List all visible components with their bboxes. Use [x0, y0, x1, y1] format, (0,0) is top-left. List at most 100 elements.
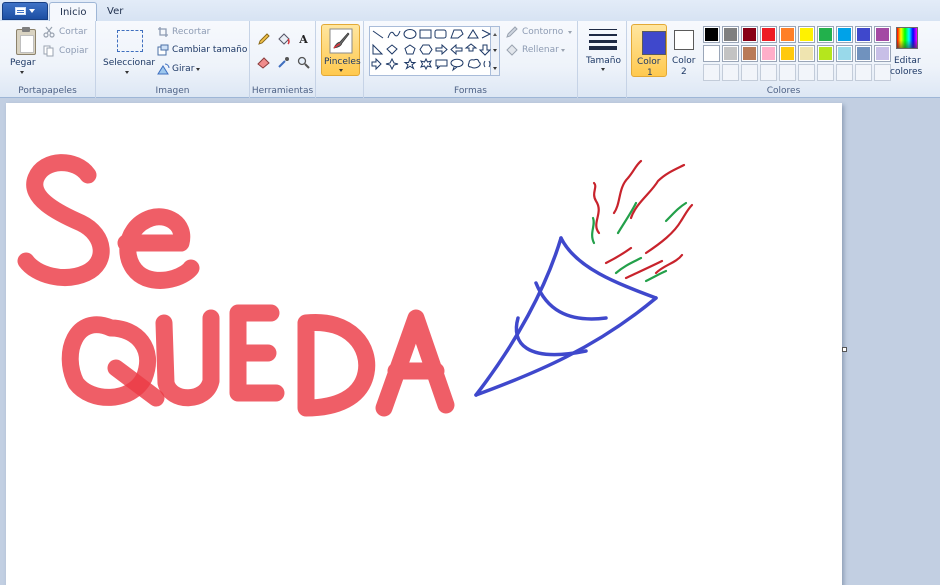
color-2-swatch: [674, 30, 694, 50]
colors-group-label: Colores: [766, 86, 801, 96]
edit-colors-label: Editar: [894, 56, 921, 66]
image-group-label: Imagen: [155, 86, 190, 96]
tools-group: A Herramientas: [250, 21, 316, 98]
custom-color-slot[interactable]: [855, 64, 872, 81]
palette-swatch-8[interactable]: [836, 26, 853, 43]
shapes-gallery[interactable]: [369, 26, 492, 76]
custom-color-slot[interactable]: [760, 64, 777, 81]
confetti-strokes: [591, 159, 694, 283]
outline-button[interactable]: Contorno: [506, 26, 574, 40]
rotate-button[interactable]: Girar: [157, 63, 217, 77]
color-picker-tool[interactable]: [275, 54, 292, 71]
pencil-icon: [258, 33, 270, 45]
rotate-icon: [157, 63, 170, 75]
custom-color-slot[interactable]: [722, 64, 739, 81]
shapes-gallery-scrollbar[interactable]: [491, 26, 500, 76]
palette-swatch-9[interactable]: [855, 26, 872, 43]
color-1-button[interactable]: Color 1: [631, 24, 667, 78]
crop-label: Recortar: [172, 27, 211, 37]
resize-button[interactable]: Cambiar tamaño: [157, 44, 247, 58]
tab-ver[interactable]: Ver: [97, 2, 133, 22]
select-button[interactable]: Seleccionar: [100, 23, 156, 77]
chevron-down-icon: [196, 68, 200, 71]
tab-inicio[interactable]: Inicio: [49, 2, 98, 23]
canvas-resize-handle[interactable]: [842, 347, 847, 352]
brushes-label: Pinceles: [324, 57, 361, 67]
fill-button[interactable]: Rellenar: [506, 44, 574, 58]
palette-swatch-color: [838, 47, 851, 60]
copy-button[interactable]: Copiar: [43, 45, 91, 59]
palette-swatch-color: [876, 28, 889, 41]
palette-swatch-color: [705, 28, 718, 41]
edit-colors-label-2: colores: [890, 67, 923, 77]
palette-swatch-1[interactable]: [703, 26, 720, 43]
palette-swatch-7[interactable]: [817, 26, 834, 43]
cut-button[interactable]: Cortar: [43, 26, 91, 40]
crop-button[interactable]: Recortar: [157, 26, 237, 40]
custom-color-slot[interactable]: [836, 64, 853, 81]
palette-swatch-13[interactable]: [741, 45, 758, 62]
palette-swatch-color: [781, 47, 794, 60]
custom-color-slot[interactable]: [703, 64, 720, 81]
cut-label: Cortar: [59, 27, 88, 37]
palette-swatch-17[interactable]: [817, 45, 834, 62]
palette-swatch-6[interactable]: [798, 26, 815, 43]
eraser-icon: [257, 57, 270, 69]
magnifier-tool[interactable]: [295, 54, 312, 71]
palette-swatch-color: [857, 47, 870, 60]
fill-tool[interactable]: [275, 31, 292, 48]
palette-swatch-4[interactable]: [760, 26, 777, 43]
paste-button[interactable]: Pegar: [4, 23, 40, 77]
party-cone-strokes: [474, 236, 658, 397]
palette-swatch-color: [800, 47, 813, 60]
chevron-down-icon: [20, 71, 24, 74]
shapes-group: Contorno Rellenar Formas: [364, 21, 578, 98]
paint-menu-button[interactable]: [2, 2, 48, 20]
palette-swatch-3[interactable]: [741, 26, 758, 43]
size-button[interactable]: Tamaño: [582, 24, 624, 77]
chevron-down-icon: [339, 69, 343, 72]
palette-swatch-color: [762, 47, 775, 60]
palette-swatch-12[interactable]: [722, 45, 739, 62]
crop-icon: [158, 27, 168, 37]
image-group: Seleccionar Recortar Cambiar tamaño Gira…: [96, 21, 250, 98]
drawing-canvas[interactable]: [6, 103, 842, 585]
copy-icon: [43, 45, 54, 57]
palette-swatch-14[interactable]: [760, 45, 777, 62]
eraser-tool[interactable]: [255, 54, 272, 71]
pencil-tool[interactable]: [255, 31, 272, 48]
workspace: [0, 98, 940, 585]
text-a-icon: A: [299, 33, 308, 46]
palette-swatch-15[interactable]: [779, 45, 796, 62]
custom-color-slot[interactable]: [817, 64, 834, 81]
palette-swatch-color: [857, 28, 870, 41]
chevron-down-icon: [601, 68, 605, 71]
eyedropper-icon: [278, 57, 289, 68]
color-2-button[interactable]: Color 2: [669, 24, 701, 77]
palette-swatch-5[interactable]: [779, 26, 796, 43]
ribbon: Pegar Cortar Copiar Portapapeles Selecci…: [0, 21, 940, 98]
custom-color-slot[interactable]: [798, 64, 815, 81]
palette-swatch-2[interactable]: [722, 26, 739, 43]
paste-label: Pegar: [10, 58, 36, 68]
shapes-group-label: Formas: [454, 86, 487, 96]
shapes-gallery-icons: [371, 29, 492, 72]
palette-swatch-11[interactable]: [703, 45, 720, 62]
edit-colors-button[interactable]: Editar colores: [889, 24, 925, 77]
select-label: Seleccionar: [103, 58, 156, 68]
palette-swatch-19[interactable]: [855, 45, 872, 62]
fill-label: Rellenar: [522, 45, 559, 55]
palette-swatch-color: [819, 28, 832, 41]
color-2-number: 2: [681, 67, 687, 77]
palette-swatch-color: [705, 47, 718, 60]
color-1-number: 1: [647, 68, 653, 78]
custom-color-slot[interactable]: [741, 64, 758, 81]
text-tool[interactable]: A: [295, 31, 312, 48]
palette-swatch-16[interactable]: [798, 45, 815, 62]
palette-swatch-18[interactable]: [836, 45, 853, 62]
color-palette: [703, 26, 891, 81]
line-width-icon: [589, 29, 617, 50]
chevron-down-icon: [561, 49, 565, 52]
brushes-button[interactable]: Pinceles: [321, 24, 361, 76]
custom-color-slot[interactable]: [779, 64, 796, 81]
